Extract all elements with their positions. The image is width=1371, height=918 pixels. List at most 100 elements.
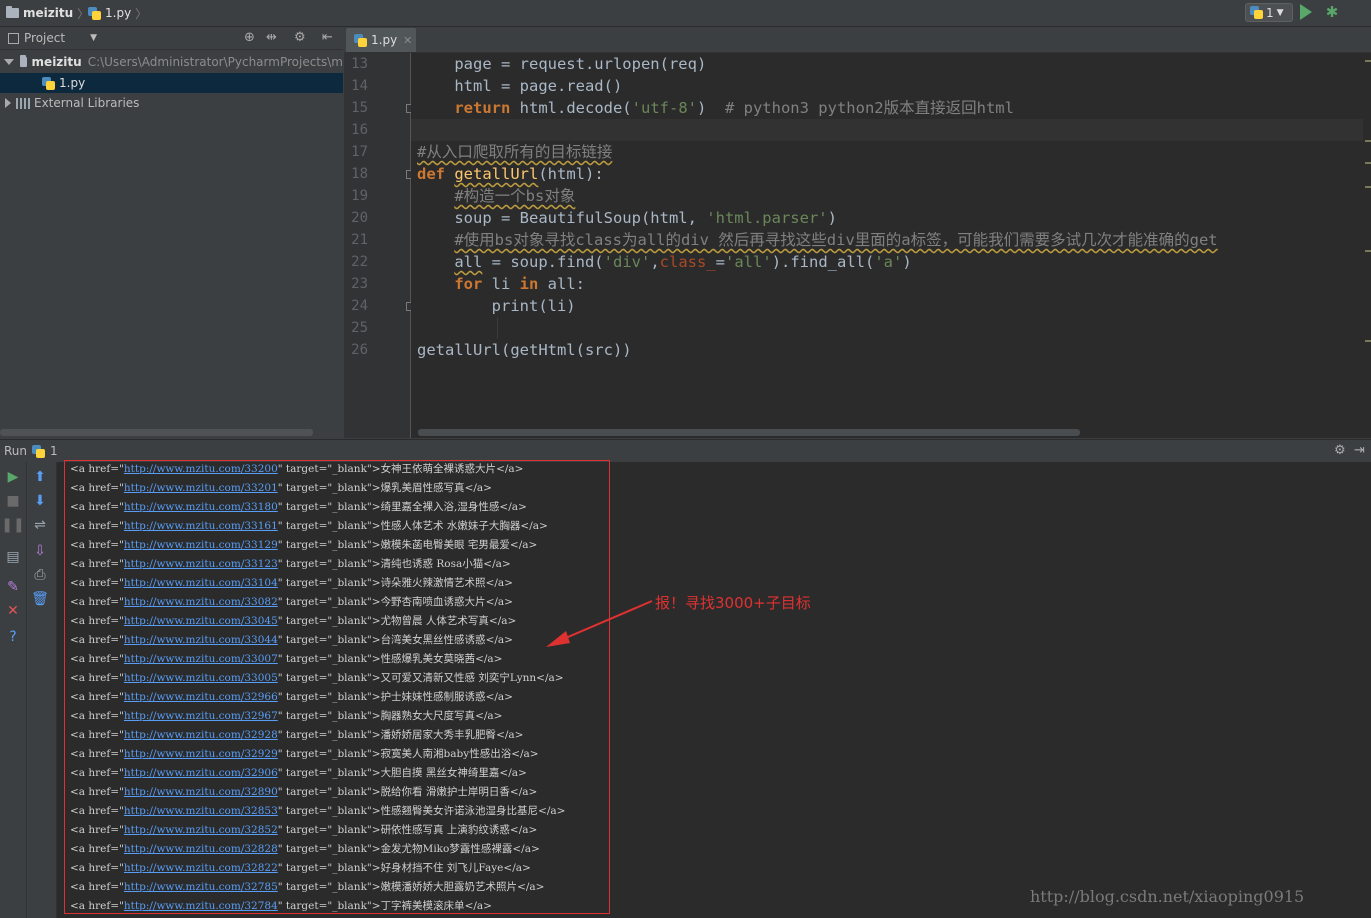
console-link[interactable]: http://www.mzitu.com/32967: [124, 710, 278, 722]
editor-horizontal-scrollbar[interactable]: [418, 429, 1080, 436]
warning-marker[interactable]: [1365, 60, 1371, 62]
breadcrumb-project-label: meizitu: [23, 6, 74, 20]
console-title: 清纯也诱惑 Rosa小猫: [380, 558, 484, 570]
hide-panel-icon[interactable]: ⇤: [322, 30, 333, 45]
stop-icon[interactable]: ■: [0, 492, 26, 510]
breadcrumb-project[interactable]: meizitu 〉: [6, 5, 89, 21]
project-view-icon: [8, 32, 19, 44]
warning-marker[interactable]: [1365, 186, 1371, 188]
warning-marker[interactable]: [1365, 340, 1371, 342]
console-tag-mid: " target="_blank">: [277, 463, 381, 475]
breadcrumb-file[interactable]: 1.py 〉: [88, 5, 147, 21]
line-number: 13: [351, 56, 368, 72]
breadcrumb-separator-icon: 〉: [135, 6, 148, 21]
console-link[interactable]: http://www.mzitu.com/32784: [124, 900, 278, 912]
console-link[interactable]: http://www.mzitu.com/33045: [124, 615, 278, 627]
console-link[interactable]: http://www.mzitu.com/32928: [124, 729, 278, 741]
console-link[interactable]: http://www.mzitu.com/33161: [124, 520, 278, 532]
close-icon[interactable]: ✕: [0, 602, 26, 620]
expand-arrow-icon[interactable]: [5, 98, 11, 108]
console-line: <a href="http://www.mzitu.com/33180" tar…: [70, 498, 527, 517]
locate-file-icon[interactable]: ⊕: [244, 30, 255, 45]
console-link[interactable]: http://www.mzitu.com/32906: [124, 767, 278, 779]
tree-item-file[interactable]: 1.py: [0, 73, 343, 93]
dump-threads-icon[interactable]: ▤: [0, 548, 26, 566]
print-icon[interactable]: ⎙: [27, 566, 53, 584]
console-tag-prefix: <a href=": [70, 634, 124, 646]
soft-wrap-icon[interactable]: ⇌: [27, 516, 53, 534]
run-config-selector[interactable]: 1 ▼: [1245, 3, 1293, 22]
console-tag-prefix: <a href=": [70, 786, 124, 798]
code-line-15: return html.decode('utf-8') # python3 py…: [454, 99, 1014, 117]
gear-icon[interactable]: ⚙: [1334, 443, 1346, 458]
watermark: http://blog.csdn.net/xiaoping0915: [1030, 887, 1305, 906]
run-tab[interactable]: Run 1: [4, 444, 58, 458]
help-icon[interactable]: ?: [0, 628, 26, 646]
console-tag-prefix: <a href=": [70, 843, 124, 855]
rerun-icon[interactable]: ▶: [0, 468, 26, 486]
console-link[interactable]: http://www.mzitu.com/33180: [124, 501, 278, 513]
console-link[interactable]: http://www.mzitu.com/33082: [124, 596, 278, 608]
console-tag-suffix: </a>: [536, 672, 564, 684]
console-link[interactable]: http://www.mzitu.com/32929: [124, 748, 278, 760]
console-tag-mid: " target="_blank">: [277, 558, 381, 570]
console-line: <a href="http://www.mzitu.com/33161" tar…: [70, 517, 548, 536]
console-link[interactable]: http://www.mzitu.com/33201: [124, 482, 278, 494]
console-link[interactable]: http://www.mzitu.com/32966: [124, 691, 278, 703]
run-config-name: 1: [50, 444, 58, 458]
tree-item-root[interactable]: meizitu C:\Users\Administrator\PycharmPr…: [0, 52, 343, 72]
console-link[interactable]: http://www.mzitu.com/33044: [124, 634, 278, 646]
pause-icon[interactable]: ❚❚: [0, 516, 26, 534]
project-horizontal-scrollbar[interactable]: [0, 429, 313, 436]
collapse-all-icon[interactable]: ⇹: [266, 30, 277, 45]
code-line-23: for li in all:: [454, 275, 585, 293]
debug-button[interactable]: ✱: [1323, 3, 1341, 21]
console-tag-mid: " target="_blank">: [277, 786, 381, 798]
console-tag-prefix: <a href=": [70, 767, 124, 779]
console-link[interactable]: http://www.mzitu.com/32890: [124, 786, 278, 798]
console-link[interactable]: http://www.mzitu.com/32828: [124, 843, 278, 855]
tree-item-external-libraries[interactable]: External Libraries: [0, 93, 343, 113]
code-editor[interactable]: page = request.urlopen(req) html = page.…: [411, 53, 1371, 438]
warning-marker[interactable]: [1365, 250, 1371, 252]
run-button[interactable]: [1300, 4, 1312, 20]
console-link[interactable]: http://www.mzitu.com/33007: [124, 653, 278, 665]
tab-1py[interactable]: 1.py ✕: [346, 28, 416, 52]
console-link[interactable]: http://www.mzitu.com/33005: [124, 672, 278, 684]
project-view-selector[interactable]: Project ▼: [8, 31, 97, 45]
console-link[interactable]: http://www.mzitu.com/32852: [124, 824, 278, 836]
console-tag-suffix: </a>: [509, 539, 538, 551]
console-tag-suffix: </a>: [475, 653, 503, 665]
console-link[interactable]: http://www.mzitu.com/33123: [124, 558, 278, 570]
console-title: 潘娇娇居家大秀丰乳肥臀: [380, 729, 497, 741]
warning-marker[interactable]: [1365, 162, 1371, 164]
expand-arrow-icon[interactable]: [4, 59, 14, 65]
close-icon[interactable]: ✕: [403, 34, 412, 47]
console-line: <a href="http://www.mzitu.com/33045" tar…: [70, 612, 516, 631]
console-tag-prefix: <a href=": [70, 577, 124, 589]
arrow-up-icon[interactable]: ⬆: [27, 468, 53, 486]
console-tag-mid: " target="_blank">: [277, 767, 381, 779]
console-line: <a href="http://www.mzitu.com/33005" tar…: [70, 669, 564, 688]
console-link[interactable]: http://www.mzitu.com/33129: [124, 539, 278, 551]
line-number: 17: [351, 144, 368, 160]
console-link[interactable]: http://www.mzitu.com/32785: [124, 881, 278, 893]
console-tag-suffix: </a>: [485, 634, 513, 646]
scroll-to-end-icon[interactable]: ⇩: [27, 542, 53, 560]
arrow-down-icon[interactable]: ⬇: [27, 492, 53, 510]
tree-root-name: meizitu: [31, 55, 82, 69]
console-tag-mid: " target="_blank">: [277, 862, 381, 874]
warning-marker[interactable]: [1365, 140, 1371, 142]
console-title: 好身材挡不住 刘飞儿Faye: [380, 862, 504, 874]
gear-icon[interactable]: ⚙: [294, 30, 306, 45]
editor-gutter: 13 14 15 16 17 18 19 20 21 22 23 24 25 2…: [344, 53, 415, 438]
pin-icon[interactable]: ✎: [0, 578, 26, 596]
hide-panel-icon[interactable]: ⇥: [1354, 443, 1365, 458]
console-link[interactable]: http://www.mzitu.com/33104: [124, 577, 278, 589]
line-number: 14: [351, 78, 368, 94]
trash-icon[interactable]: 🗑: [27, 590, 53, 608]
console-link[interactable]: http://www.mzitu.com/33200: [124, 463, 278, 475]
console-line: <a href="http://www.mzitu.com/32967" tar…: [70, 707, 502, 726]
console-link[interactable]: http://www.mzitu.com/32822: [124, 862, 278, 874]
console-link[interactable]: http://www.mzitu.com/32853: [124, 805, 278, 817]
